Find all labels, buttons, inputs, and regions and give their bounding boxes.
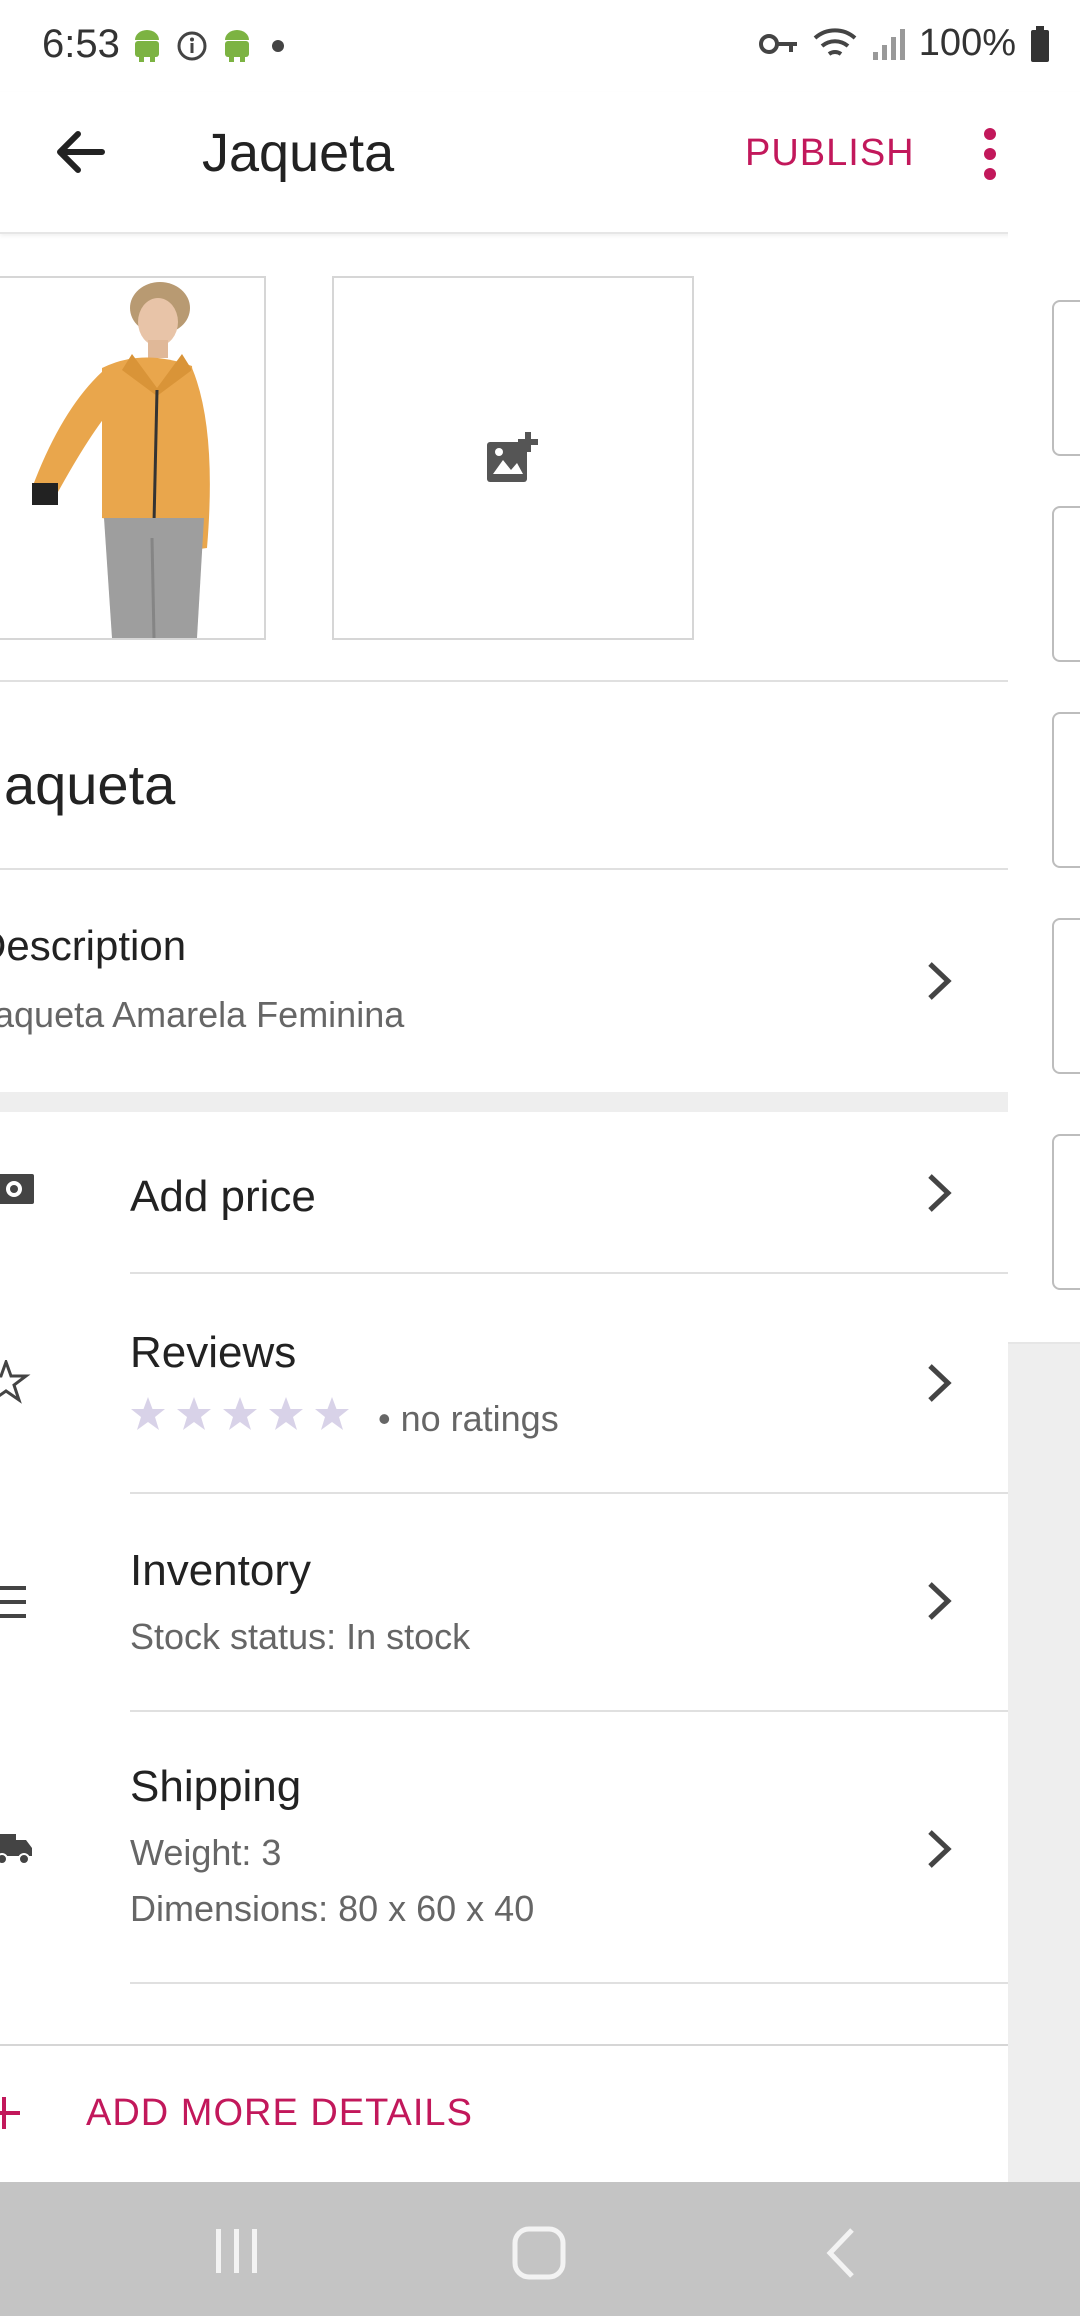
inventory-label: Inventory (130, 1546, 311, 1595)
shipping-label: Shipping (130, 1762, 302, 1811)
plus-icon (0, 2097, 20, 2129)
info-icon (177, 31, 207, 61)
jacket-photo (0, 278, 264, 638)
chevron-right-icon (928, 1582, 952, 1620)
description-row[interactable]: Description Jaqueta Amarela Feminina (0, 870, 1008, 1092)
star-icon (131, 1397, 165, 1430)
chevron-right-icon (928, 1830, 952, 1868)
android-icon (135, 30, 159, 62)
add-more-details-label: ADD MORE DETAILS (86, 2092, 473, 2134)
side-panel-card (1052, 1134, 1080, 1290)
add-photo-icon (487, 432, 538, 482)
recent-apps-icon[interactable] (212, 2226, 262, 2276)
vpn-key-icon (758, 33, 797, 54)
side-panel-background (1008, 1344, 1080, 2182)
star-icon (315, 1397, 349, 1430)
signal-icon (872, 28, 905, 60)
system-nav-bar (0, 2182, 1080, 2316)
money-icon (0, 1174, 34, 1204)
shipping-row[interactable]: Shipping Weight: 3 Dimensions: 80 x 60 x… (0, 1712, 1008, 1984)
shipping-weight: Weight: 3 (130, 1832, 282, 1873)
inventory-row[interactable]: Inventory Stock status: In stock (0, 1494, 1008, 1710)
reviews-label: Reviews (130, 1328, 297, 1377)
dot-icon (272, 40, 284, 52)
star-icon (223, 1397, 257, 1430)
divider (130, 1982, 1008, 1984)
section-gap (0, 1092, 1008, 1112)
side-panel-card (1052, 300, 1080, 456)
status-time: 6:53 (42, 22, 120, 66)
chevron-right-icon (928, 1174, 952, 1212)
rating-summary: • no ratings (378, 1398, 559, 1439)
inventory-status: Stock status: In stock (130, 1616, 471, 1657)
wifi-icon (813, 27, 857, 56)
page-title: Jaqueta (202, 123, 395, 183)
star-icon (269, 1397, 303, 1430)
description-label: Description (0, 922, 187, 969)
rating-stars (130, 1396, 350, 1432)
back-nav-icon[interactable] (822, 2226, 862, 2280)
description-value: Jaqueta Amarela Feminina (0, 994, 405, 1035)
add-image-button[interactable] (332, 276, 694, 640)
product-name-row[interactable]: Jaqueta (0, 682, 1008, 868)
star-outline-icon (0, 1360, 31, 1404)
price-row[interactable]: Add price (0, 1112, 1008, 1272)
more-vert-icon[interactable] (968, 122, 1012, 186)
add-price-label: Add price (130, 1172, 316, 1221)
side-panel-card (1052, 712, 1080, 868)
battery-percent: 100% (918, 22, 1016, 64)
chevron-right-icon (928, 962, 952, 1000)
product-image[interactable] (0, 276, 266, 640)
truck-icon (0, 1834, 32, 1865)
status-right: 100% (758, 22, 1050, 65)
shipping-dimensions: Dimensions: 80 x 60 x 40 (130, 1888, 535, 1929)
chevron-right-icon (928, 1364, 952, 1402)
side-panel-card (1052, 918, 1080, 1074)
add-more-details-button[interactable]: ADD MORE DETAILS (0, 2046, 1008, 2182)
android-icon (225, 30, 249, 62)
publish-button[interactable]: PUBLISH (745, 132, 915, 175)
battery-icon (1031, 25, 1049, 62)
product-name: Jaqueta (0, 753, 176, 816)
side-panel-card (1052, 506, 1080, 662)
list-icon (0, 1586, 26, 1618)
star-icon (177, 1397, 211, 1430)
app-bar: Jaqueta PUBLISH (0, 92, 1080, 234)
notification-icons (132, 30, 290, 62)
back-arrow-icon[interactable] (48, 120, 112, 184)
status-bar: 6:53 100% (0, 0, 1080, 92)
home-icon[interactable] (512, 2226, 566, 2280)
reviews-row[interactable]: Reviews (0, 1274, 1008, 1492)
